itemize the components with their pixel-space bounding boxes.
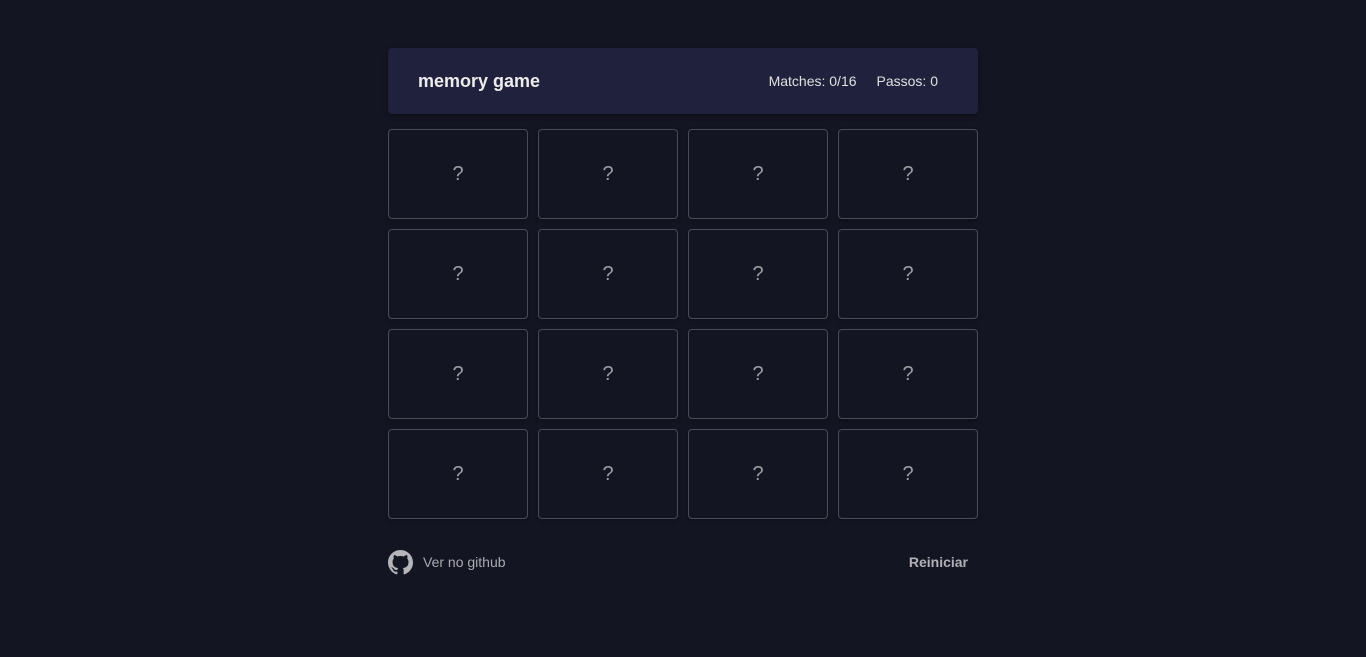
card-face: ? — [602, 362, 614, 385]
memory-card[interactable]: ? — [688, 129, 828, 219]
card-face: ? — [752, 362, 764, 385]
memory-card[interactable]: ? — [538, 329, 678, 419]
card-face: ? — [902, 162, 914, 185]
card-face: ? — [902, 262, 914, 285]
card-face: ? — [752, 462, 764, 485]
card-face: ? — [602, 162, 614, 185]
memory-card[interactable]: ? — [688, 329, 828, 419]
footer: Ver no github Reiniciar — [388, 549, 978, 575]
memory-card[interactable]: ? — [688, 429, 828, 519]
memory-card[interactable]: ? — [388, 329, 528, 419]
card-face: ? — [902, 362, 914, 385]
memory-card[interactable]: ? — [838, 229, 978, 319]
github-link-label: Ver no github — [423, 554, 506, 570]
game-header: memory game Matches: 0/16 Passos: 0 — [388, 48, 978, 114]
card-face: ? — [452, 462, 464, 485]
memory-card[interactable]: ? — [838, 329, 978, 419]
card-face: ? — [602, 262, 614, 285]
memory-card[interactable]: ? — [538, 429, 678, 519]
restart-button[interactable]: Reiniciar — [909, 554, 968, 570]
memory-card[interactable]: ? — [688, 229, 828, 319]
card-face: ? — [752, 162, 764, 185]
memory-card[interactable]: ? — [538, 229, 678, 319]
github-icon — [388, 549, 413, 575]
memory-card[interactable]: ? — [838, 129, 978, 219]
card-grid: ? ? ? ? ? ? ? ? ? ? ? ? ? ? ? ? — [388, 129, 978, 519]
card-face: ? — [752, 262, 764, 285]
memory-card[interactable]: ? — [538, 129, 678, 219]
card-face: ? — [602, 462, 614, 485]
card-face: ? — [902, 462, 914, 485]
card-face: ? — [452, 362, 464, 385]
matches-counter: Matches: 0/16 — [768, 73, 857, 89]
stats: Matches: 0/16 Passos: 0 — [769, 73, 938, 89]
card-face: ? — [452, 162, 464, 185]
github-link[interactable]: Ver no github — [388, 549, 506, 575]
page-title: memory game — [418, 70, 541, 91]
card-face: ? — [452, 262, 464, 285]
memory-card[interactable]: ? — [388, 429, 528, 519]
memory-card[interactable]: ? — [388, 129, 528, 219]
memory-card[interactable]: ? — [388, 229, 528, 319]
steps-counter: Passos: 0 — [876, 73, 938, 89]
memory-card[interactable]: ? — [838, 429, 978, 519]
game-container: memory game Matches: 0/16 Passos: 0 ? ? … — [388, 48, 978, 575]
